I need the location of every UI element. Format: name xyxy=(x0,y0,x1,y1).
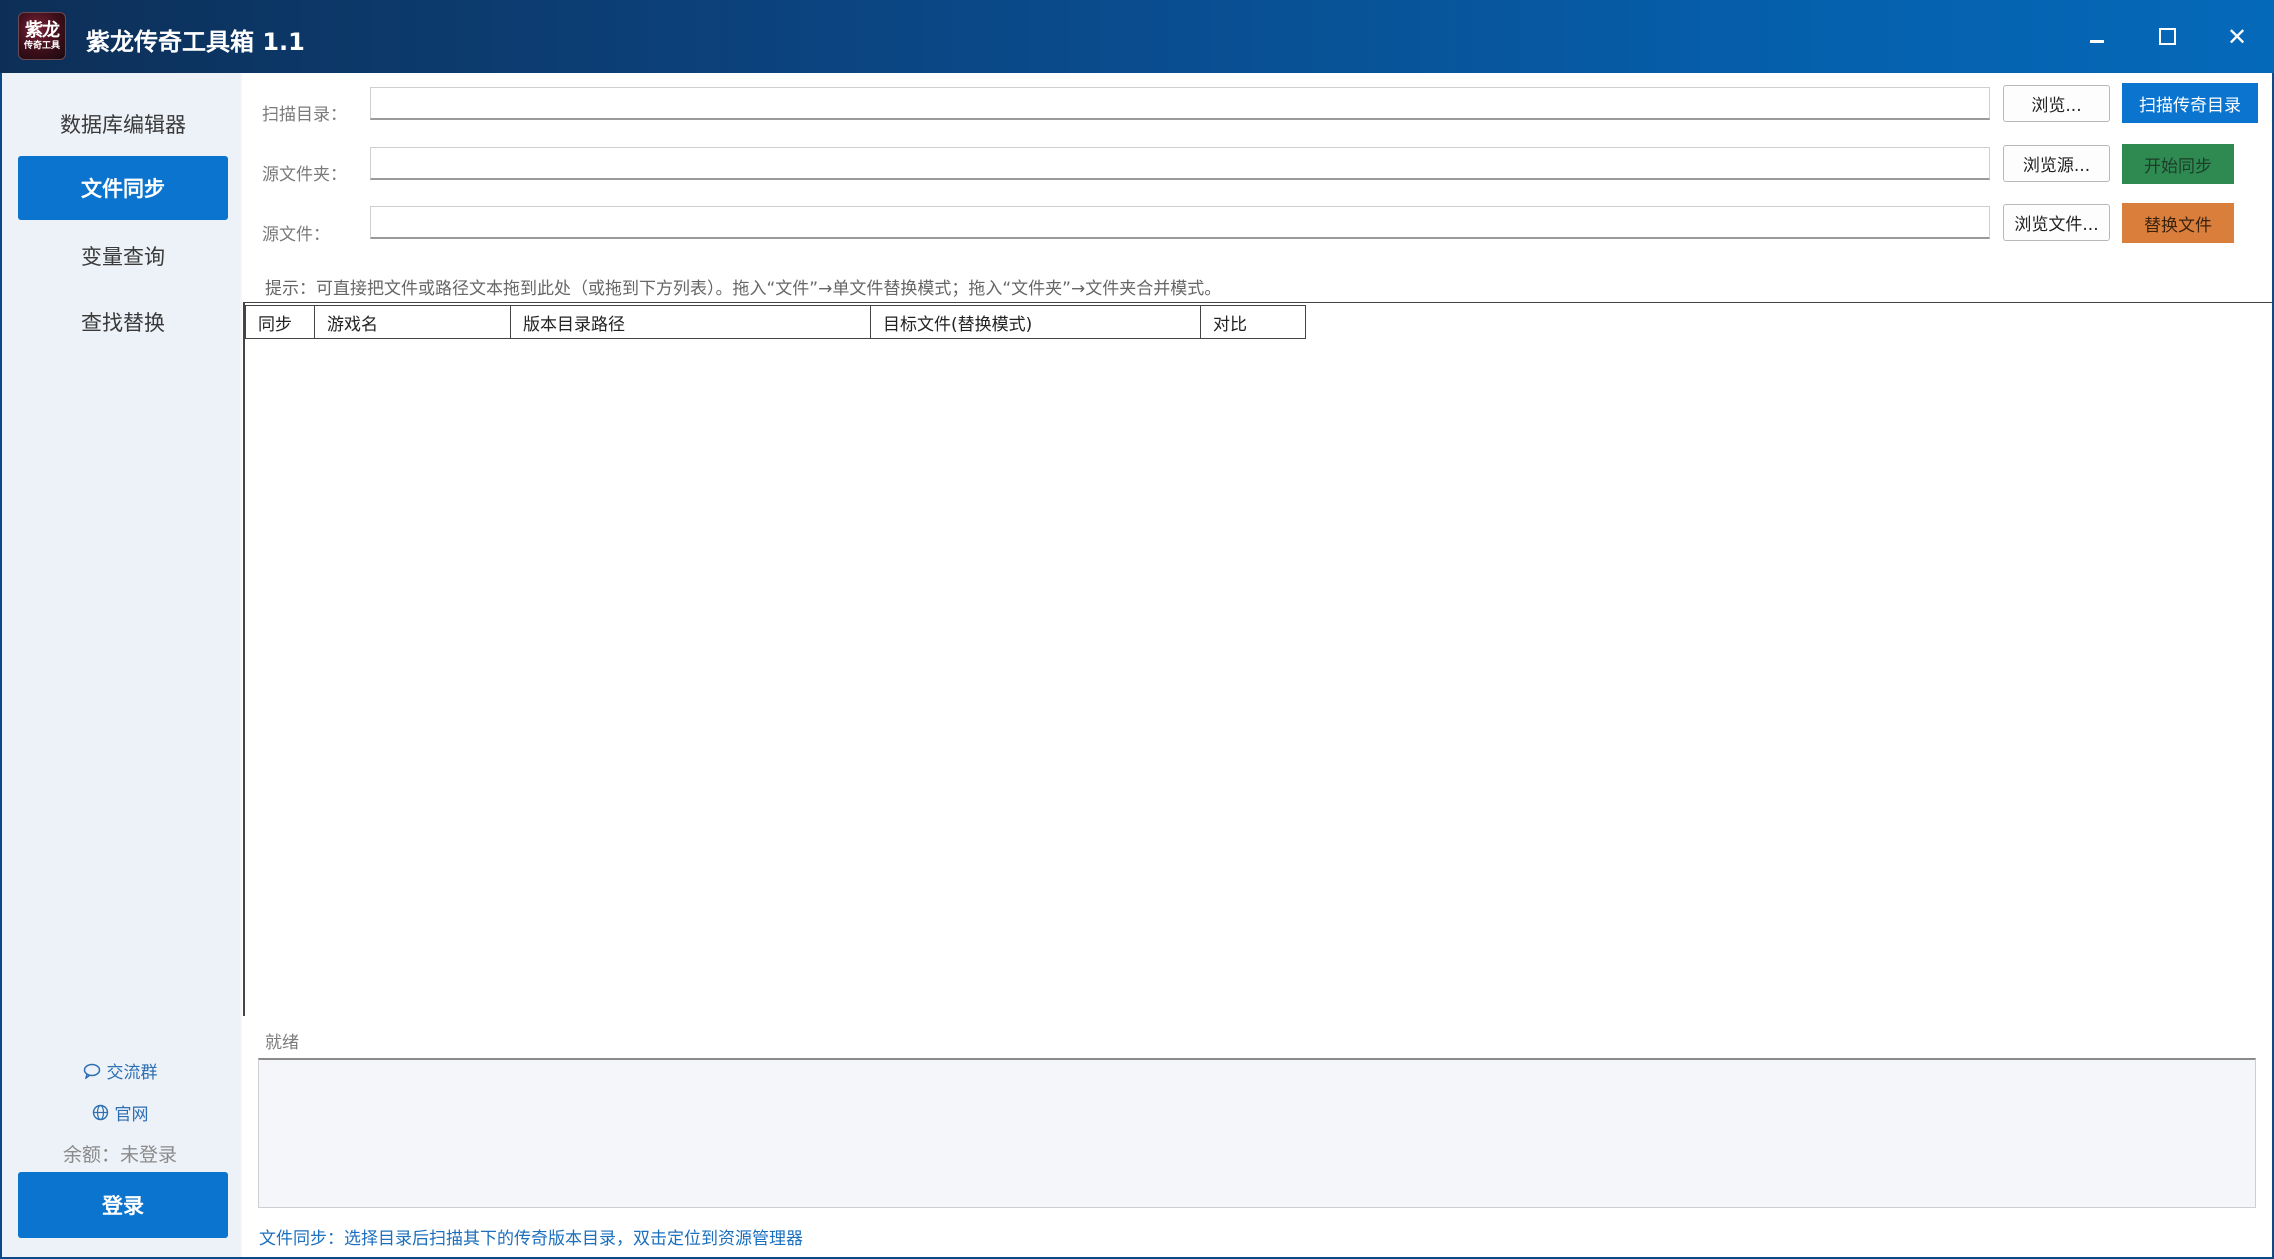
version-list[interactable] xyxy=(243,302,2272,1016)
close-icon: ✕ xyxy=(2226,22,2248,51)
column-header-target-file[interactable]: 目标文件(替换模式) xyxy=(871,306,1201,338)
nav-item-database-editor[interactable]: 数据库编辑器 xyxy=(18,92,228,156)
browse-source-folder-button[interactable]: 浏览源... xyxy=(2003,145,2110,182)
footer-tip: 文件同步：选择目录后扫描其下的传奇版本目录，双击定位到资源管理器 xyxy=(259,1229,803,1249)
app-logo: 紫龙 传奇工具 xyxy=(18,12,66,60)
window-title: 紫龙传奇工具箱 1.1 xyxy=(86,28,305,56)
maximize-icon xyxy=(2158,28,2176,45)
title-bar[interactable]: 紫龙 传奇工具 紫龙传奇工具箱 1.1 ✕ xyxy=(0,0,2274,73)
column-header-compare[interactable]: 对比 xyxy=(1201,306,1305,338)
globe-icon xyxy=(92,1104,108,1121)
nav-item-label: 查找替换 xyxy=(81,311,165,335)
log-output[interactable] xyxy=(258,1058,2256,1208)
balance-status: 余额：未登录 xyxy=(62,1144,177,1166)
nav-item-label: 文件同步 xyxy=(81,177,165,201)
community-group-link[interactable]: 交流群 xyxy=(0,1058,240,1083)
minimize-icon xyxy=(2090,40,2104,43)
source-file-input[interactable] xyxy=(370,206,1990,239)
scan-dir-input[interactable] xyxy=(370,87,1990,120)
login-button[interactable]: 登录 xyxy=(18,1172,228,1238)
column-header-version-path[interactable]: 版本目录路径 xyxy=(511,306,871,338)
drag-drop-hint: 提示：可直接把文件或路径文本拖到此处（或拖到下方列表）。拖入“文件”→单文件替换… xyxy=(265,279,1222,299)
nav-item-label: 变量查询 xyxy=(81,245,165,269)
minimize-button[interactable] xyxy=(2062,0,2132,73)
start-sync-button[interactable]: 开始同步 xyxy=(2122,144,2234,184)
official-site-label: 官网 xyxy=(114,1105,149,1125)
scan-legend-dir-button[interactable]: 扫描传奇目录 xyxy=(2122,83,2258,123)
list-header: 同步 游戏名 版本目录路径 目标文件(替换模式) 对比 xyxy=(245,305,1306,339)
column-header-game-name[interactable]: 游戏名 xyxy=(315,306,511,338)
chat-bubble-icon xyxy=(83,1063,100,1079)
scan-dir-label: 扫描目录： xyxy=(262,105,347,125)
source-folder-input[interactable] xyxy=(370,147,1990,180)
nav-item-label: 数据库编辑器 xyxy=(60,113,186,137)
source-file-label: 源文件： xyxy=(262,225,330,245)
nav-item-variable-query[interactable]: 变量查询 xyxy=(18,224,228,288)
browse-source-file-button[interactable]: 浏览文件... xyxy=(2003,204,2110,241)
logo-text-sub: 传奇工具 xyxy=(23,40,60,51)
official-site-link[interactable]: 官网 xyxy=(0,1100,240,1125)
source-folder-label: 源文件夹： xyxy=(262,165,347,185)
status-label: 就绪 xyxy=(265,1033,299,1053)
nav-item-find-replace[interactable]: 查找替换 xyxy=(18,290,228,354)
column-header-sync[interactable]: 同步 xyxy=(246,306,315,338)
logo-text-main: 紫龙 xyxy=(25,19,60,41)
community-group-label: 交流群 xyxy=(106,1063,158,1083)
maximize-button[interactable] xyxy=(2132,0,2202,73)
close-button[interactable]: ✕ xyxy=(2202,0,2272,73)
replace-file-button[interactable]: 替换文件 xyxy=(2122,203,2234,243)
nav-item-file-sync[interactable]: 文件同步 xyxy=(18,156,228,220)
browse-scan-dir-button[interactable]: 浏览... xyxy=(2003,85,2110,122)
